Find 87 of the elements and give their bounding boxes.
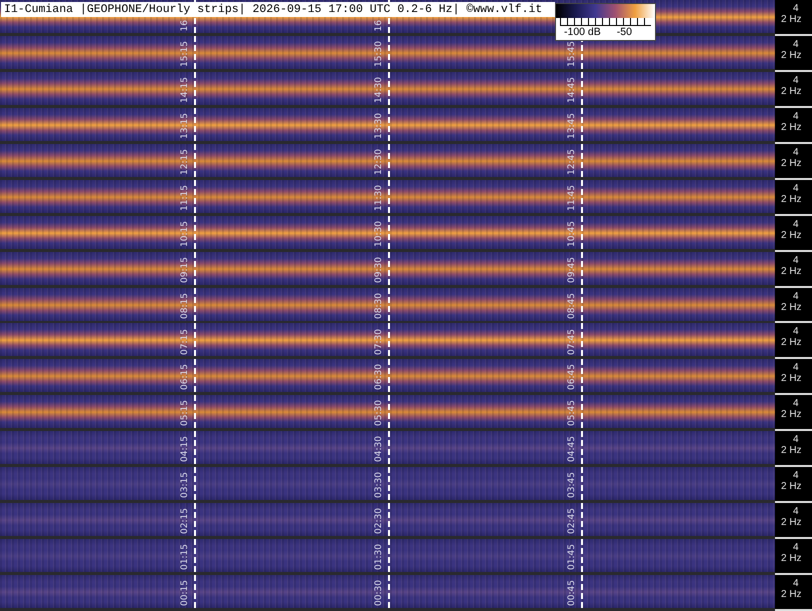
time-label: 14:30 (374, 76, 384, 103)
axis-label: 4 (793, 254, 799, 266)
time-label: 08:15 (180, 292, 190, 318)
time-label: 13:15 (180, 112, 190, 139)
time-label: 06:45 (567, 364, 578, 390)
time-label: 03:15 (180, 472, 190, 498)
time-label: 04:30 (374, 436, 384, 462)
chart-title: I1-Cumiana |GEOPHONE/Hourly strips| 2026-09-15 17:00 UTC 0.2-6 Hz| ©www.vlf.it (1, 2, 555, 17)
axis-label: 4 (793, 182, 799, 194)
scale-label: -100 dB (564, 26, 601, 38)
time-label: 05:15 (180, 400, 190, 426)
axis-label: 4 (793, 3, 799, 14)
axis-label: 2 Hz (781, 445, 802, 456)
axis-label: 2 Hz (781, 194, 802, 205)
time-label: 08:30 (374, 292, 384, 318)
time-label: 13:30 (374, 112, 384, 139)
axis-label: 2 Hz (781, 337, 802, 348)
axis-label: 2 Hz (781, 14, 802, 25)
time-label: 06:30 (374, 364, 384, 390)
time-label: 15:30 (374, 41, 384, 67)
axis-label: 4 (793, 326, 799, 338)
time-label: 00:30 (374, 580, 384, 606)
axis-label: 4 (793, 398, 799, 410)
axis-label: 4 (793, 362, 799, 374)
time-label: 09:30 (374, 256, 384, 283)
axis-label: 4 (793, 578, 799, 589)
axis-label: 2 Hz (781, 409, 802, 420)
axis-label: 2 Hz (781, 517, 802, 528)
time-label: 15:15 (180, 41, 190, 67)
time-label: 07:15 (180, 328, 190, 354)
time-label: 05:45 (567, 400, 578, 426)
axis-label: 2 Hz (781, 481, 802, 492)
time-label: 14:15 (180, 76, 190, 103)
axis-label: 2 Hz (781, 50, 802, 61)
time-label: 08:45 (567, 292, 578, 318)
axis-label: 2 Hz (781, 302, 802, 312)
axis-label: 2 Hz (781, 589, 802, 600)
time-label: 01:30 (374, 544, 384, 570)
time-label: 10:15 (180, 220, 190, 247)
time-label: 12:30 (374, 148, 384, 175)
time-label: 07:30 (374, 328, 384, 354)
time-label: 02:15 (180, 508, 190, 534)
time-label: 05:30 (374, 400, 384, 426)
time-label: 16 (180, 20, 190, 31)
axis-label: 4 (793, 38, 799, 50)
axis-label: 4 (793, 434, 799, 446)
time-label: 04:15 (180, 436, 190, 462)
time-label: 10:45 (567, 220, 578, 247)
axis-label: 2 Hz (781, 373, 802, 384)
time-label: 11:15 (180, 184, 190, 211)
time-label: 06:15 (180, 364, 190, 390)
time-label: 12:15 (180, 148, 190, 175)
axis-label: 4 (793, 110, 799, 122)
time-label: 07:45 (567, 328, 578, 354)
time-label: 02:45 (567, 508, 578, 534)
time-label: 11:45 (567, 184, 578, 211)
time-label: 01:15 (180, 544, 190, 570)
time-label: 03:30 (374, 472, 384, 498)
time-label: 11:30 (374, 184, 384, 211)
time-label: 04:45 (567, 436, 578, 462)
time-label: 12:45 (567, 148, 578, 175)
time-label: 16 (374, 20, 384, 31)
axis-label: 4 (793, 74, 799, 86)
axis-label: 4 (793, 506, 799, 518)
axis-label: 4 (793, 290, 799, 302)
axis-label: 2 Hz (781, 266, 802, 277)
time-label: 09:45 (567, 256, 578, 283)
axis-label: 4 (793, 470, 799, 482)
time-label: 02:30 (374, 508, 384, 534)
time-label: 09:15 (180, 256, 190, 283)
time-label: 03:45 (567, 472, 578, 498)
time-label: 15:45 (567, 41, 578, 67)
axis-label: 2 Hz (781, 553, 802, 564)
time-label: 00:15 (180, 580, 190, 606)
axis-label: 4 (793, 218, 799, 230)
axis-label: 2 Hz (781, 86, 802, 97)
axis-label: 2 Hz (781, 122, 802, 133)
time-label: 14:45 (567, 76, 578, 103)
time-label: 10:30 (374, 220, 384, 247)
time-label: 01:45 (567, 544, 578, 570)
axis-label: 2 Hz (781, 230, 802, 241)
time-label: 00:45 (567, 580, 578, 606)
axis-label: 4 (793, 542, 799, 554)
axis-label: 4 (793, 146, 799, 158)
time-label: 13:45 (567, 112, 578, 139)
axis-label: 2 Hz (781, 158, 802, 169)
scale-label: -50 (616, 26, 632, 38)
